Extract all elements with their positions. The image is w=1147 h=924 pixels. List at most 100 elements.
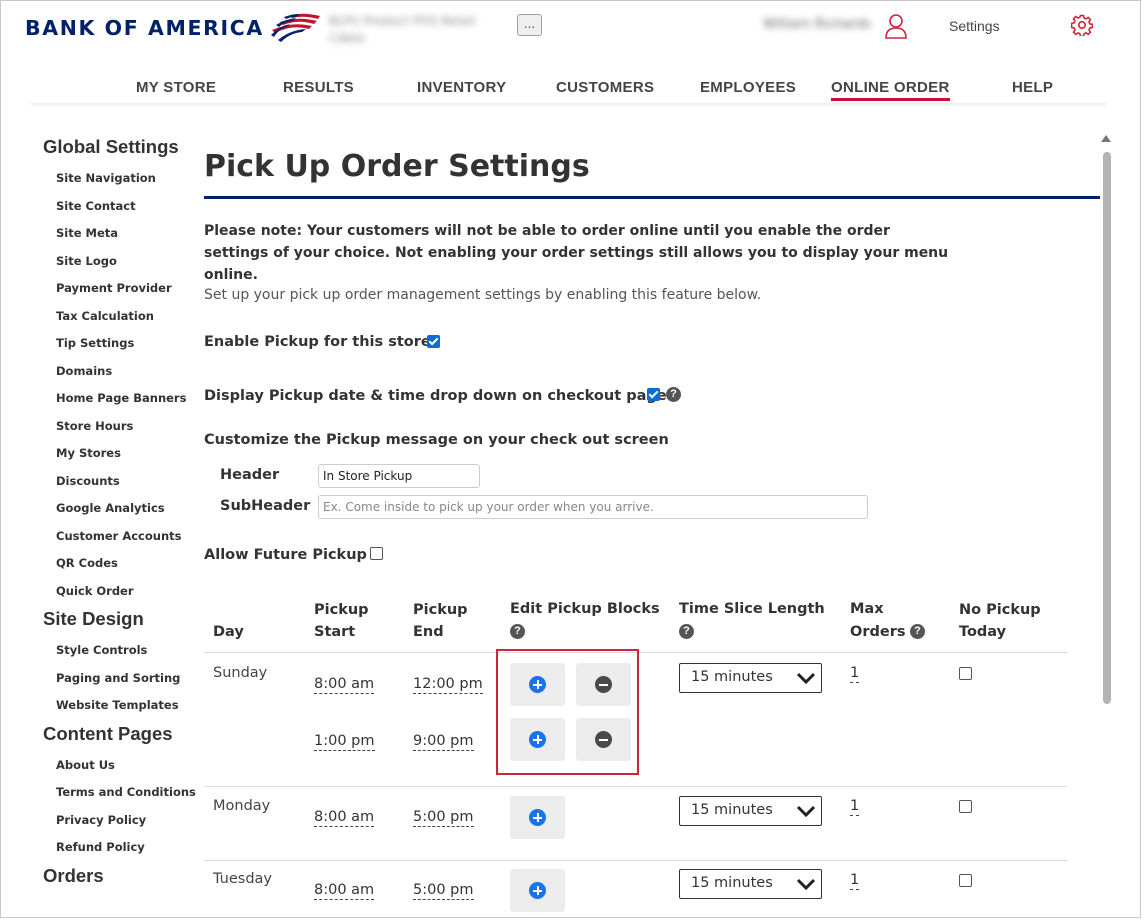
sidebar-item-tip-settings[interactable]: Tip Settings [56, 330, 193, 358]
pickup-start-time[interactable]: 1:00 pm [314, 733, 375, 751]
column-header-no-pickup-line1: No Pickup [959, 602, 1041, 618]
sidebar-item-payment-provider[interactable]: Payment Provider [56, 275, 193, 303]
subheader-input[interactable] [318, 495, 868, 519]
header-field-label: Header [220, 467, 280, 483]
sidebar-section-content-pages[interactable]: Content Pages [43, 720, 193, 748]
sidebar-item-store-hours[interactable]: Store Hours [56, 413, 193, 441]
chevron-down-icon [796, 878, 816, 891]
help-icon[interactable]: ? [666, 387, 681, 402]
no-pickup-checkbox[interactable] [959, 874, 972, 887]
sidebar-section-site-design[interactable]: Site Design [43, 605, 193, 633]
max-orders-value[interactable]: 1 [850, 798, 860, 816]
pickup-start-time[interactable]: 8:00 am [314, 809, 375, 827]
sidebar-item-terms-and-conditions[interactable]: Terms and Conditions [56, 779, 196, 807]
sidebar-item-site-contact[interactable]: Site Contact [56, 193, 193, 221]
column-header-end-line1: Pickup [413, 602, 468, 618]
nav-results[interactable]: RESULTS [283, 79, 354, 96]
max-orders-value[interactable]: 1 [850, 665, 860, 683]
nav-online-order[interactable]: ONLINE ORDER [831, 79, 950, 101]
max-orders-value[interactable]: 1 [850, 872, 860, 890]
sidebar-item-domains[interactable]: Domains [56, 358, 193, 386]
sidebar-item-my-stores[interactable]: My Stores [56, 440, 193, 468]
scrollbar-thumb[interactable] [1103, 152, 1111, 704]
help-icon[interactable]: ? [679, 624, 694, 639]
enable-pickup-checkbox[interactable] [427, 335, 440, 348]
sidebar-item-privacy-policy[interactable]: Privacy Policy [56, 807, 193, 835]
time-slice-select[interactable]: 15 minutes [679, 663, 822, 693]
row-day-sunday: Sunday [213, 665, 268, 681]
store-name: BLPU Product POS Retail Cakes [329, 14, 476, 45]
sidebar-item-refund-policy[interactable]: Refund Policy [56, 834, 193, 862]
time-slice-select[interactable]: 15 minutes [679, 869, 822, 899]
add-block-button[interactable] [510, 869, 565, 912]
user-icon[interactable] [884, 13, 908, 39]
sidebar-item-website-templates[interactable]: Website Templates [56, 692, 193, 720]
settings-link[interactable]: Settings [949, 18, 1000, 34]
column-header-time-slice: Time Slice Length [679, 601, 825, 617]
pickup-start-time[interactable]: 8:00 am [314, 676, 375, 694]
future-pickup-checkbox[interactable] [370, 547, 383, 560]
column-header-start-line1: Pickup [314, 602, 369, 618]
nav-customers[interactable]: CUSTOMERS [556, 79, 654, 96]
sidebar-item-qr-codes[interactable]: QR Codes [56, 550, 193, 578]
nav-my-store[interactable]: MY STORE [136, 79, 216, 96]
no-pickup-checkbox[interactable] [959, 667, 972, 680]
sidebar-item-site-navigation[interactable]: Site Navigation [56, 165, 193, 193]
sidebar-item-about-us[interactable]: About Us [56, 752, 193, 780]
display-dropdown-checkbox[interactable] [647, 388, 660, 401]
column-header-max-line2: Orders [850, 624, 906, 640]
time-slice-value: 15 minutes [691, 669, 773, 685]
enable-pickup-label: Enable Pickup for this store? [204, 334, 440, 350]
flag-logo-icon [270, 13, 320, 42]
scroll-up-arrow-icon[interactable] [1101, 135, 1111, 142]
column-header-end-line2: End [413, 624, 444, 640]
sidebar-item-customer-accounts[interactable]: Customer Accounts [56, 523, 193, 551]
nav-inventory[interactable]: INVENTORY [417, 79, 506, 96]
pickup-end-time[interactable]: 5:00 pm [413, 882, 474, 900]
pickup-end-time[interactable]: 5:00 pm [413, 809, 474, 827]
pickup-start-time[interactable]: 8:00 am [314, 882, 375, 900]
table-row-divider [204, 786, 1067, 787]
sidebar-item-site-meta[interactable]: Site Meta [56, 220, 193, 248]
column-header-max-line1: Max [850, 601, 884, 617]
nav-divider [31, 103, 1106, 107]
column-header-edit-blocks: Edit Pickup Blocks [510, 601, 660, 617]
pickup-end-time[interactable]: 9:00 pm [413, 733, 474, 751]
pickup-end-time[interactable]: 12:00 pm [413, 676, 483, 694]
plus-circle-icon [529, 809, 546, 826]
nav-help[interactable]: HELP [1012, 79, 1053, 96]
sidebar-item-style-controls[interactable]: Style Controls [56, 637, 193, 665]
user-name: William Richards [763, 17, 871, 32]
column-header-day: Day [213, 624, 244, 640]
help-icon[interactable]: ? [910, 624, 925, 639]
header-input[interactable] [318, 464, 480, 488]
time-slice-select[interactable]: 15 minutes [679, 796, 822, 826]
help-icon[interactable]: ? [510, 624, 525, 639]
display-dropdown-label: Display Pickup date & time drop down on … [204, 388, 675, 404]
time-slice-value: 15 minutes [691, 875, 773, 891]
sidebar-item-tax-calculation[interactable]: Tax Calculation [56, 303, 193, 331]
add-block-button[interactable] [510, 796, 565, 839]
table-row-divider [204, 860, 1067, 861]
column-header-start-line2: Start [314, 624, 356, 640]
settings-sidebar: Global Settings Site Navigation Site Con… [43, 133, 196, 890]
highlight-box [496, 649, 639, 775]
top-navigation: MY STORE RESULTS INVENTORY CUSTOMERS EMP… [1, 79, 1140, 105]
sidebar-item-home-page-banners[interactable]: Home Page Banners [56, 385, 193, 413]
sidebar-item-site-logo[interactable]: Site Logo [56, 248, 193, 276]
gear-icon[interactable] [1071, 14, 1093, 36]
sidebar-item-quick-order[interactable]: Quick Order [56, 578, 193, 606]
bank-logo[interactable]: BANK OF AMERICA [25, 13, 324, 43]
sidebar-item-discounts[interactable]: Discounts [56, 468, 193, 496]
store-menu-button[interactable]: ... [517, 14, 542, 36]
nav-employees[interactable]: EMPLOYEES [700, 79, 796, 96]
plus-circle-icon [529, 882, 546, 899]
subheader-field-label: SubHeader [220, 498, 311, 514]
setup-description: Set up your pick up order management set… [204, 287, 762, 303]
sidebar-section-orders[interactable]: Orders [43, 862, 193, 890]
sidebar-section-global-settings[interactable]: Global Settings [43, 133, 193, 161]
sidebar-item-google-analytics[interactable]: Google Analytics [56, 495, 193, 523]
sidebar-item-paging-and-sorting[interactable]: Paging and Sorting [56, 665, 193, 693]
no-pickup-checkbox[interactable] [959, 800, 972, 813]
row-day-monday: Monday [213, 798, 271, 814]
